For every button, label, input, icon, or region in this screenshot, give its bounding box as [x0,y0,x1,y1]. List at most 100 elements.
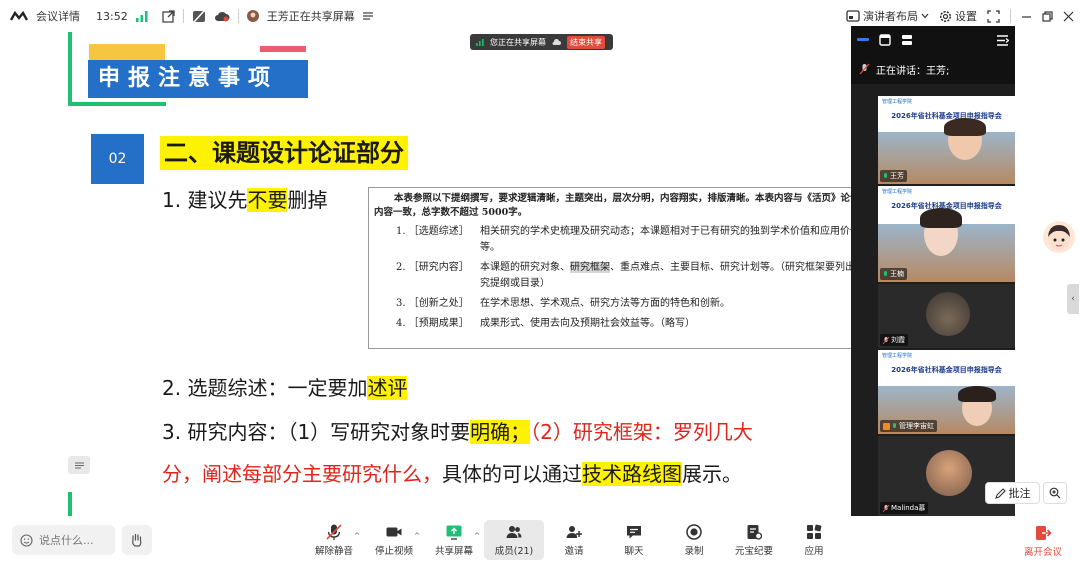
chat-icon [625,523,643,541]
chevron-up-icon[interactable]: ^ [474,532,480,540]
hand-icon [129,532,145,548]
slide-point-3-continued: 分，阐述每部分主要研究什么，具体的可以通过技术路线图展示。 [162,458,742,487]
participant-name: 王芳 [890,172,904,180]
chat-button[interactable]: 聊天 [604,520,664,560]
panel-menu-icon[interactable] [997,34,1009,46]
mic-icon [892,422,897,430]
document-selected-text: 研究框架 [570,262,610,273]
document-header: 本表参照以下提纲撰写，要求逻辑清晰，主题突出，层次分明，内容翔实，排版清晰。本表… [374,193,860,218]
meeting-details-button[interactable]: 会议详情 [36,8,80,24]
slide-point-2: 2. 选题综述：一定要加述评 [162,372,408,401]
video-tile[interactable]: 管理工程学院 2026年省社科基金项目申报指导会 王楠 [878,186,1015,282]
document-item-key: 2. ［研究内容］ [396,262,469,273]
host-icon [883,422,890,430]
collapse-panel-handle[interactable]: ‹ [1067,284,1079,314]
ai-notes-button[interactable]: 元宝纪要 [724,520,784,560]
video-tile[interactable]: 刘霞 [878,284,1015,348]
tile-school: 管理工程学院 [878,96,1015,112]
annotate-button[interactable]: 批注 [985,482,1040,504]
slide-point-1: 1. 建议先不要删掉 [162,184,327,213]
participant-hair [944,118,986,136]
pop-out-icon[interactable] [162,9,175,23]
section-title: 二、课题设计论证部分 [160,136,408,170]
point-red-text: （2）研究框架：罗列几大 [530,420,753,444]
restore-icon[interactable] [1042,10,1053,22]
tile-title: 2026年省社科基金项目申报指导会 [891,366,1002,374]
slide-decoration [68,102,166,106]
signal-icon [135,10,148,22]
apps-button[interactable]: 应用 [784,520,844,560]
zoom-in-icon [1049,487,1061,499]
assistant-avatar-icon [1048,225,1070,250]
meeting-logo-icon [10,11,28,21]
zoom-button[interactable] [1043,482,1067,504]
signal-icon [476,38,484,46]
video-tile[interactable]: Malinda慕 [878,436,1015,516]
point-highlight: 述评 [367,376,408,400]
meeting-time: 13:52 [96,9,128,23]
quick-chat-input[interactable]: 说点什么... [12,525,115,555]
sharing-status: 王芳正在共享屏幕 [266,10,355,23]
mic-muted-icon [883,336,889,344]
document-item-value: 本课题的研究对象、研究框架、重点难点、主要目标、研究计划等。（研究框架要列出研究… [480,260,867,292]
speaker-layout-label: 演讲者布局 [863,10,918,23]
participant-name-tag: 王楠 [880,268,907,280]
invite-button[interactable]: 邀请 [544,520,604,560]
tool-label: 聊天 [624,546,644,557]
participant-avatar [926,450,972,496]
divider [237,9,239,23]
speaker-layout-button[interactable]: 演讲者布局 [846,8,929,24]
leave-meeting-button[interactable]: 离开会议 [1018,522,1068,560]
document-item-key: 3. ［创新之处］ [396,298,469,309]
point-highlight: 不要 [247,188,288,212]
minimize-icon[interactable] [1021,11,1032,22]
participant-hair [958,386,996,402]
mic-muted-icon [883,504,889,512]
tile-school: 管理工程学院 [878,350,1015,366]
share-screen-button[interactable]: ^ 共享屏幕 [424,520,484,560]
video-tile[interactable]: 管理工程学院 2026年省社科基金项目申报指导会 王芳 [878,96,1015,184]
document-text: 本课题的研究对象、 [480,262,570,273]
single-view-icon[interactable] [879,34,891,46]
slide-title: 申报注意事项 [88,60,308,98]
divider [182,9,184,23]
divider [1010,9,1011,23]
video-tile[interactable]: 管理工程学院 2026年省社科基金项目申报指导会 管理李宙虹 [878,350,1015,434]
point-red-text: 分，阐述每部分主要研究什么， [162,462,442,486]
share-screen-icon [445,523,463,541]
document-item-key: 1. ［选题综述］ [396,226,469,237]
presentation-slide: 申报注意事项 02 二、课题设计论证部分 1. 建议先不要删掉 本表参照以下提纲… [68,32,876,516]
slide-decoration [260,46,306,52]
participant-name-tag: Malinda慕 [880,502,929,514]
cloud-icon[interactable] [214,10,230,22]
minimize-panel-icon[interactable] [857,38,869,42]
end-sharing-button[interactable]: 结束共享 [567,35,605,49]
document-item-value: 在学术思想、学术观点、研究方法等方面的特色和创新。 [480,298,730,309]
tool-label: 录制 [684,546,704,557]
stop-video-button[interactable]: ^ 停止视频 [364,520,424,560]
fullscreen-icon[interactable] [987,9,1000,23]
gallery-view-icon[interactable] [901,34,913,46]
notes-icon [745,523,763,541]
point-highlight: 技术路线图 [582,462,682,486]
video-panel-header: 正在讲话：王芳; [851,26,1015,84]
assistant-avatar-button[interactable] [1043,221,1075,253]
tool-label: 停止视频 [374,546,413,557]
no-annotation-icon[interactable] [192,9,206,23]
unmute-button[interactable]: ^ 解除静音 [304,520,364,560]
sharing-banner: 您正在共享屏幕 结束共享 [470,34,613,50]
floating-subtitle-button[interactable] [68,456,90,474]
camera-icon [385,523,403,541]
members-button[interactable]: 成员(21) [484,520,544,560]
close-icon[interactable] [1063,11,1074,22]
document-item: 1. ［选题综述］ 相关研究的学术史梳理及研究动态；本课题相对于已有研究的独到学… [374,224,867,256]
meeting-window: 会议详情 13:52 王芳正在共享屏幕 演讲者布局 设置 申报注意事项 02 二… [0,0,1080,564]
section-number: 02 [91,134,144,184]
meeting-controls: ^ 解除静音 ^ 停止视频 ^ 共享屏幕 成员(21) 邀请 聊天 录制 元宝纪… [304,520,844,560]
raise-hand-button[interactable] [122,525,152,555]
menu-lines-icon[interactable] [362,12,373,20]
record-button[interactable]: 录制 [664,520,724,560]
chevron-up-icon[interactable]: ^ [354,532,360,540]
chevron-up-icon[interactable]: ^ [414,532,420,540]
settings-button[interactable]: 设置 [939,8,977,24]
